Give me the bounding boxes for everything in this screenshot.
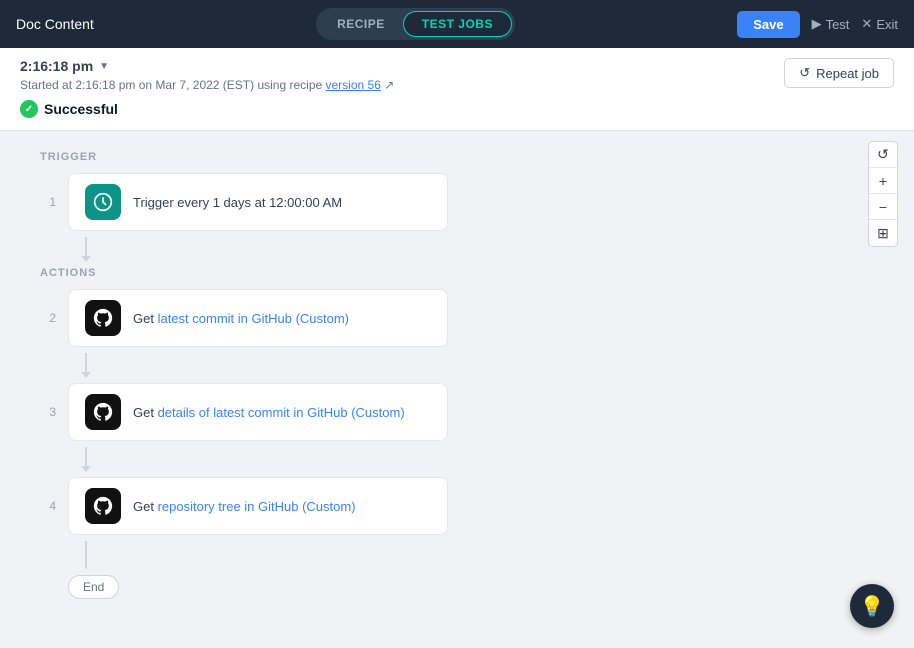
arrow-down-1 bbox=[85, 237, 87, 261]
version-link[interactable]: version 56 bbox=[326, 78, 381, 92]
github-icon-4 bbox=[85, 488, 121, 524]
header-actions: Save ▶ Test ✕ Exit bbox=[737, 11, 898, 38]
job-status: ✓ Successful bbox=[20, 100, 394, 118]
zoom-reset-button[interactable]: ↺ bbox=[869, 142, 897, 168]
caret-down-icon[interactable]: ▼ bbox=[99, 61, 109, 72]
test-button[interactable]: ▶ Test bbox=[812, 16, 850, 32]
save-button[interactable]: Save bbox=[737, 11, 799, 38]
trigger-section-label: TRIGGER bbox=[40, 151, 560, 163]
external-link-icon: ↗ bbox=[384, 78, 394, 92]
step-number-2: 2 bbox=[40, 311, 56, 325]
app-title: Doc Content bbox=[16, 16, 94, 32]
end-node: End bbox=[68, 575, 560, 599]
actions-section-label: ACTIONS bbox=[40, 267, 560, 279]
flow-row-4: 4 Get repository tree in GitHub (Custom) bbox=[40, 477, 560, 535]
status-success-icon: ✓ bbox=[20, 100, 38, 118]
step-1-text: Trigger every 1 days at 12:00:00 AM bbox=[133, 195, 342, 210]
github-icon-2 bbox=[85, 300, 121, 336]
flow-row-3: 3 Get details of latest commit in GitHub… bbox=[40, 383, 560, 441]
flow-row-1: 1 Trigger every 1 days at 12:00:00 AM bbox=[40, 173, 560, 231]
test-icon: ▶ bbox=[812, 16, 822, 32]
step-2-text: Get latest commit in GitHub (Custom) bbox=[133, 311, 349, 326]
step-4-text: Get repository tree in GitHub (Custom) bbox=[133, 499, 356, 514]
main-content: 2:16:18 pm ▼ Started at 2:16:18 pm on Ma… bbox=[0, 48, 914, 648]
connector-1 bbox=[68, 237, 560, 261]
tab-test-jobs[interactable]: TEST JOBS bbox=[403, 11, 512, 37]
end-label: End bbox=[68, 575, 119, 599]
job-time: 2:16:18 pm ▼ bbox=[20, 58, 394, 74]
arrow-down-3 bbox=[85, 447, 87, 471]
zoom-in-button[interactable]: + bbox=[869, 168, 897, 194]
zoom-controls: ↺ + − ⊞ bbox=[868, 141, 898, 247]
connector-2 bbox=[68, 353, 560, 377]
tab-recipe[interactable]: RECIPE bbox=[319, 12, 403, 36]
zoom-out-button[interactable]: − bbox=[869, 194, 897, 220]
step-number-3: 3 bbox=[40, 405, 56, 419]
connector-4 bbox=[68, 541, 560, 569]
job-info-bar: 2:16:18 pm ▼ Started at 2:16:18 pm on Ma… bbox=[0, 48, 914, 131]
step-card-2[interactable]: Get latest commit in GitHub (Custom) bbox=[68, 289, 448, 347]
step-number-4: 4 bbox=[40, 499, 56, 513]
step-number-1: 1 bbox=[40, 195, 56, 209]
step-3-text: Get details of latest commit in GitHub (… bbox=[133, 405, 405, 420]
header: Doc Content RECIPE TEST JOBS Save ▶ Test… bbox=[0, 0, 914, 48]
step-card-1[interactable]: Trigger every 1 days at 12:00:00 AM bbox=[68, 173, 448, 231]
exit-button[interactable]: ✕ Exit bbox=[861, 16, 898, 32]
clock-icon bbox=[85, 184, 121, 220]
lightbulb-icon: 💡 bbox=[860, 594, 885, 619]
flow-row-2: 2 Get latest commit in GitHub (Custom) bbox=[40, 289, 560, 347]
help-button[interactable]: 💡 bbox=[850, 584, 894, 628]
arrow-down-2 bbox=[85, 353, 87, 377]
tab-bar: RECIPE TEST JOBS bbox=[316, 8, 515, 40]
line-4 bbox=[85, 541, 87, 569]
canvas-area: ↺ + − ⊞ TRIGGER 1 Trigger every bbox=[0, 131, 914, 631]
repeat-icon: ↺ bbox=[799, 65, 810, 81]
recipe-flow: TRIGGER 1 Trigger every 1 days at 12:00:… bbox=[40, 151, 560, 599]
connector-3 bbox=[68, 447, 560, 471]
github-icon-3 bbox=[85, 394, 121, 430]
repeat-job-button[interactable]: ↺ Repeat job bbox=[784, 58, 894, 88]
job-info-left: 2:16:18 pm ▼ Started at 2:16:18 pm on Ma… bbox=[20, 58, 394, 118]
status-label: Successful bbox=[44, 101, 118, 117]
close-icon: ✕ bbox=[861, 16, 872, 32]
step-card-3[interactable]: Get details of latest commit in GitHub (… bbox=[68, 383, 448, 441]
step-card-4[interactable]: Get repository tree in GitHub (Custom) bbox=[68, 477, 448, 535]
zoom-fit-button[interactable]: ⊞ bbox=[869, 220, 897, 246]
job-started-text: Started at 2:16:18 pm on Mar 7, 2022 (ES… bbox=[20, 78, 394, 92]
